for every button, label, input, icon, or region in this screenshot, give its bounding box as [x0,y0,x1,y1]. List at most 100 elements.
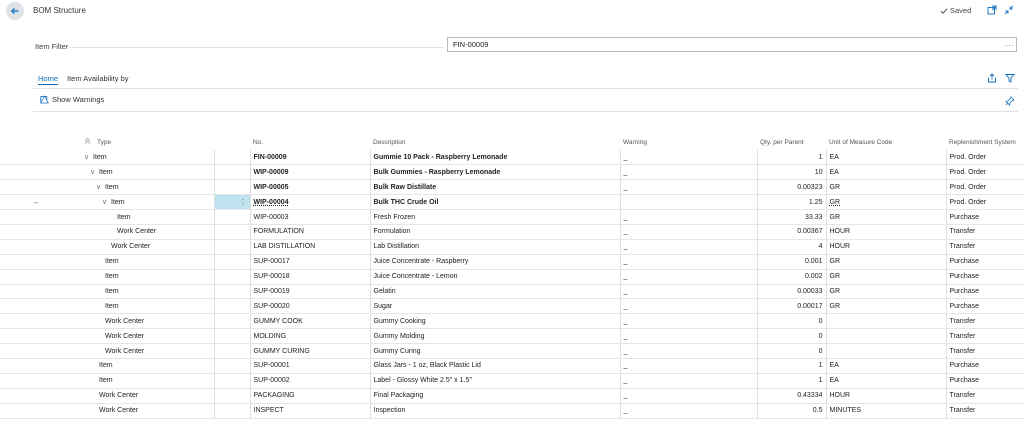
cell-no[interactable]: INSPECT [250,403,371,419]
cell-no[interactable]: SUP-00018 [250,269,371,285]
cell-warning[interactable]: _ [620,224,758,240]
more-options-icon[interactable]: ⋮ [240,199,247,206]
cell-qty-per-parent[interactable]: 0.00323 [757,179,827,196]
cell-warning[interactable]: _ [620,239,758,255]
table-row[interactable]: Item SUP-00017 Juice Concentrate - Raspber… [0,254,1024,270]
cell-qty-per-parent[interactable]: 0.5 [757,403,827,419]
cell-unit-of-measure[interactable]: GR [826,298,947,315]
cell-qty-per-parent[interactable]: 4 [757,239,827,255]
column-header-no[interactable]: No. [253,136,263,150]
cell-unit-of-measure[interactable]: GR [826,284,947,300]
cell-warning[interactable] [620,194,758,211]
cell-no[interactable]: GUMMY COOK [250,313,371,330]
cell-actions[interactable] [214,150,251,166]
cell-replenishment[interactable]: Purchase [946,358,1024,374]
cell-actions[interactable] [214,254,251,270]
cell-qty-per-parent[interactable]: 0.00017 [757,298,827,315]
table-row[interactable]: Item SUP-00020 Sugar _ 0.00017 GR Purchase [0,298,1024,315]
cell-type[interactable]: Work Center [78,224,215,240]
cell-qty-per-parent[interactable]: 0 [757,343,827,359]
cell-no[interactable]: WIP-00003 [250,209,371,225]
table-row[interactable]: Work Center LAB DISTILLATION Lab Distillat… [0,239,1024,255]
cell-replenishment[interactable]: Transfer [946,343,1024,359]
cell-replenishment[interactable]: Transfer [946,239,1024,255]
cell-actions[interactable] [214,328,251,345]
table-row[interactable]: Work Center FORMULATION Formulation _ 0.0036… [0,224,1024,240]
personalize-button[interactable] [1004,95,1016,107]
cell-warning[interactable]: _ [620,358,758,374]
cell-unit-of-measure[interactable]: EA [826,164,947,181]
tab-item-availability-by[interactable]: Item Availability by [67,74,129,83]
cell-actions[interactable] [214,269,251,285]
cell-replenishment[interactable]: Purchase [946,298,1024,315]
cell-unit-of-measure[interactable]: GR [826,194,947,211]
cell-type[interactable]: Work Center [78,388,215,404]
cell-replenishment[interactable]: Prod. Order [946,164,1024,181]
cell-replenishment[interactable]: Purchase [946,269,1024,285]
cell-description[interactable]: Lab Distillation [370,239,621,255]
cell-unit-of-measure[interactable]: GR [826,269,947,285]
cell-qty-per-parent[interactable]: 1 [757,358,827,374]
cell-qty-per-parent[interactable]: 0 [757,313,827,330]
cell-replenishment[interactable]: Purchase [946,254,1024,270]
cell-replenishment[interactable]: Purchase [946,209,1024,225]
cell-no[interactable]: FORMULATION [250,224,371,240]
filter-more-button[interactable]: ··· [1005,41,1015,50]
cell-no[interactable]: SUP-00017 [250,254,371,270]
cell-qty-per-parent[interactable]: 0.00367 [757,224,827,240]
cell-type[interactable]: Item [78,269,215,285]
cell-warning[interactable]: _ [620,164,758,181]
cell-warning[interactable]: _ [620,373,758,389]
column-header-unit-of-measure[interactable]: Unit of Measure Code [829,136,892,150]
cell-replenishment[interactable]: Transfer [946,313,1024,330]
cell-type[interactable]: ∨ Item [78,179,215,196]
cell-description[interactable]: Juice Concentrate - Raspberry [370,254,621,270]
cell-unit-of-measure[interactable]: MINUTES [826,403,947,419]
cell-replenishment[interactable]: Purchase [946,284,1024,300]
cell-type[interactable]: ∨ Item [78,194,215,211]
cell-qty-per-parent[interactable]: 1.25 [757,194,827,211]
cell-type[interactable]: Item [78,284,215,300]
cell-actions[interactable] [214,403,251,419]
filter-pane-button[interactable] [1004,72,1016,84]
column-header-replenishment[interactable]: Replenishment System [949,136,1016,150]
cell-warning[interactable]: _ [620,269,758,285]
cell-description[interactable]: Fresh Frozen [370,209,621,225]
cell-unit-of-measure[interactable]: GR [826,209,947,225]
table-row[interactable]: Work Center INSPECT Inspection _ 0.5 MINUTES T… [0,403,1024,419]
cell-type[interactable]: Work Center [78,313,215,330]
cell-type[interactable]: Work Center [78,403,215,419]
cell-type[interactable]: Work Center [78,343,215,359]
cell-replenishment[interactable]: Transfer [946,224,1024,240]
open-new-window-button[interactable] [986,4,998,16]
cell-type[interactable]: ∨ Item [78,150,215,166]
cell-description[interactable]: Gummy Molding [370,328,621,345]
table-row[interactable]: Item SUP-00002 Label - Glossy White 2.5" x… [0,373,1024,389]
table-row[interactable]: Work Center GUMMY COOK Gummy Cooking _ 0 Tran… [0,313,1024,330]
cell-warning[interactable]: _ [620,328,758,345]
collapse-button[interactable] [1003,4,1015,16]
cell-unit-of-measure[interactable] [826,313,947,330]
cell-description[interactable]: Final Packaging [370,388,621,404]
cell-replenishment[interactable]: Purchase [946,373,1024,389]
cell-actions[interactable] [214,284,251,300]
cell-description[interactable]: Juice Concentrate - Lemon [370,269,621,285]
column-header-warning[interactable]: Warning [623,136,647,150]
cell-description[interactable]: Bulk Gummies - Raspberry Lemonade [370,164,621,181]
chevron-down-icon[interactable]: ∨ [96,183,105,191]
cell-no[interactable]: PACKAGING [250,388,371,404]
chevron-down-icon[interactable]: ∨ [102,198,111,206]
cell-description[interactable]: Label - Glossy White 2.5" x 1.5" [370,373,621,389]
cell-actions[interactable] [214,298,251,315]
cell-no[interactable]: WIP-00009 [250,164,371,181]
cell-qty-per-parent[interactable]: 1 [757,373,827,389]
cell-no[interactable]: GUMMY CURING [250,343,371,359]
table-row[interactable]: ∨ Item WIP-00005 Bulk Raw Distillate _ 0.0032… [0,179,1024,196]
cell-warning[interactable]: _ [620,343,758,359]
cell-qty-per-parent[interactable]: 33.33 [757,209,827,225]
cell-actions[interactable] [214,209,251,225]
sort-indicator-icon[interactable] [84,136,91,150]
cell-type[interactable]: Work Center [78,328,215,345]
cell-unit-of-measure[interactable]: HOUR [826,224,947,240]
cell-qty-per-parent[interactable]: 10 [757,164,827,181]
